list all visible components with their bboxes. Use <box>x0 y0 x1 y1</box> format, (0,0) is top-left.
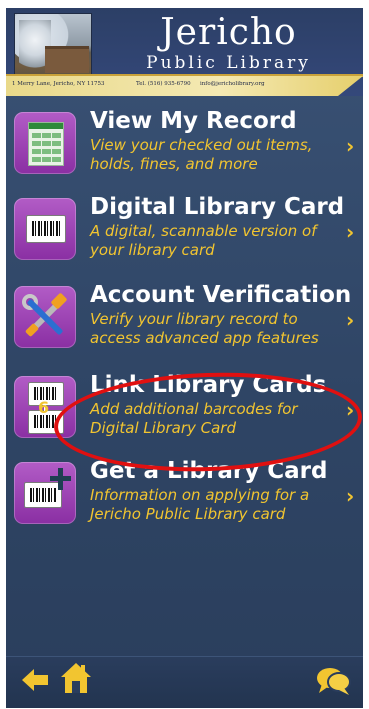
chat-bubbles-icon[interactable] <box>316 665 352 701</box>
menu-item-title: View My Record <box>90 108 297 134</box>
item-badge: 6 <box>38 398 50 417</box>
menu-item-get-library-card[interactable]: Get a Library Card Information on applyi… <box>6 458 363 542</box>
menu-item-description: Verify your library record to access adv… <box>90 310 319 347</box>
app-screen: Jericho Public Library 1 Merry Lane, Jer… <box>6 8 363 708</box>
menu-item-title: Link Library Cards <box>90 372 327 398</box>
back-arrow-icon[interactable] <box>20 665 50 699</box>
barcode-card-icon <box>14 198 76 260</box>
menu-item-digital-library-card[interactable]: Digital Library Card A digital, scannabl… <box>6 194 363 278</box>
chevron-right-icon: › <box>346 220 355 244</box>
bottom-toolbar <box>6 656 363 708</box>
chevron-right-icon: › <box>346 484 355 508</box>
linked-cards-icon: 6 <box>14 376 76 438</box>
library-address: 1 Merry Lane, Jericho, NY 11753 <box>12 81 105 87</box>
spreadsheet-icon <box>14 112 76 174</box>
library-phone: Tel. (516) 935-6790 <box>136 81 191 87</box>
home-icon[interactable] <box>60 661 92 699</box>
menu-item-title: Digital Library Card <box>90 194 345 220</box>
menu-item-description: Add additional barcodes for Digital Libr… <box>90 400 298 437</box>
menu-item-title: Get a Library Card <box>90 458 328 484</box>
chevron-right-icon: › <box>346 134 355 158</box>
menu-item-description: Information on applying for a Jericho Pu… <box>90 486 310 523</box>
library-subtitle: Public Library <box>146 53 311 73</box>
library-email: info@jericholibrary.org <box>200 81 265 87</box>
menu-item-account-verification[interactable]: Account Verification Verify your library… <box>6 282 363 366</box>
add-card-icon <box>14 462 76 524</box>
menu-item-description: A digital, scannable version of your lib… <box>90 222 317 259</box>
library-header-banner: Jericho Public Library 1 Merry Lane, Jer… <box>6 8 363 96</box>
chevron-right-icon: › <box>346 398 355 422</box>
menu-item-link-library-cards[interactable]: 6 Link Library Cards Add additional barc… <box>6 372 363 456</box>
menu-item-description: View your checked out items, holds, fine… <box>90 136 313 173</box>
menu-item-title: Account Verification <box>90 282 352 308</box>
library-name: Jericho <box>160 12 297 53</box>
menu-item-view-my-record[interactable]: View My Record View your checked out ite… <box>6 108 363 192</box>
tools-icon <box>14 286 76 348</box>
chevron-right-icon: › <box>346 308 355 332</box>
